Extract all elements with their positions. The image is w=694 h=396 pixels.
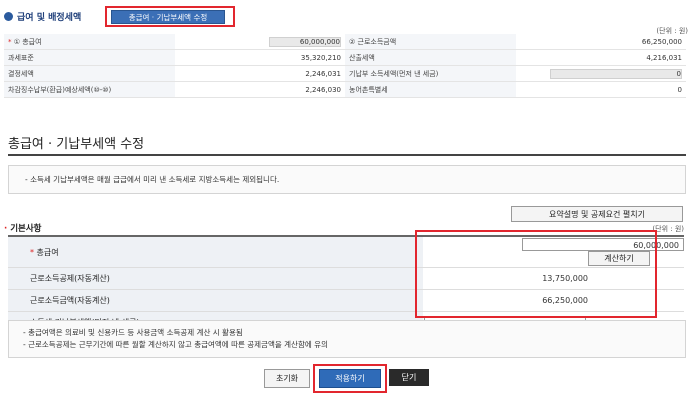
note-item: - 근로소득공제는 근무기간에 따른 월할 계산하지 않고 총급여액에 따른 공… bbox=[23, 340, 328, 349]
summary-value: 4,216,031 bbox=[515, 49, 686, 66]
summary-label: 산출세액 bbox=[345, 49, 516, 66]
form-label: 근로소득금액(자동계산) bbox=[8, 289, 423, 312]
summary-label: ② 근로소득금액 bbox=[345, 34, 516, 50]
highlight-apply-button bbox=[313, 364, 387, 393]
table-row: 과세표준 35,320,210 산출세액 4,216,031 bbox=[4, 49, 686, 66]
summary-label: 기납부 소득세액(먼저 낸 세금) bbox=[345, 65, 516, 82]
summary-label: * ① 총급여 bbox=[4, 34, 175, 50]
table-row: 차감징수납부(환급)예상세액(⑩-⑩) 2,246,030 농어촌특별세 0 bbox=[4, 81, 686, 98]
modal-title: 총급여 · 기납부세액 수정 bbox=[8, 137, 145, 152]
summary-label: 결정세액 bbox=[4, 65, 175, 82]
summary-label: 농어촌특별세 bbox=[345, 81, 516, 98]
summary-section-title: 급여 및 배정세액 bbox=[17, 12, 82, 23]
summary-label: 과세표준 bbox=[4, 49, 175, 66]
summary-label: 차감징수납부(환급)예상세액(⑩-⑩) bbox=[4, 81, 175, 98]
basic-section-title: · 기본사항 bbox=[4, 224, 42, 234]
summary-table: * ① 총급여 60,000,000 ② 근로소득금액 66,250,000 과… bbox=[4, 34, 686, 98]
notice-text: - 소득세 기납부세액은 매월 급급에서 미리 낸 소득세로 지방소득세는 제외… bbox=[25, 175, 280, 184]
form-label: 근로소득공제(자동계산) bbox=[8, 267, 423, 290]
highlight-form-values bbox=[415, 230, 657, 318]
summary-value: 0 bbox=[515, 81, 686, 98]
form-unit-label: (단위 : 원) bbox=[652, 225, 684, 233]
summary-value: 0 bbox=[515, 65, 686, 82]
value-shade: 0 bbox=[550, 68, 682, 79]
summary-value: 35,320,210 bbox=[174, 49, 345, 66]
summary-value: 66,250,000 bbox=[515, 34, 686, 50]
summary-value: 2,246,030 bbox=[174, 81, 345, 98]
note-item: - 총급여액은 의료비 및 신용카드 등 사용금액 소득공제 계산 시 활용됨 bbox=[23, 328, 243, 337]
expand-guide-button[interactable]: 요약설명 및 공제요건 펼치기 bbox=[511, 206, 683, 222]
form-label: * 총급여 bbox=[8, 236, 423, 268]
modal-notice: - 소득세 기납부세액은 매월 급급에서 미리 낸 소득세로 지방소득세는 제외… bbox=[8, 165, 686, 194]
notes-box: - 총급여액은 의료비 및 신용카드 등 사용금액 소득공제 계산 시 활용됨 … bbox=[8, 320, 686, 358]
table-row: * ① 총급여 60,000,000 ② 근로소득금액 66,250,000 bbox=[4, 34, 686, 50]
highlight-edit-button bbox=[105, 6, 235, 27]
close-button[interactable]: 닫기 bbox=[389, 369, 429, 386]
section-bullet-icon bbox=[4, 11, 13, 21]
value-shade: 60,000,000 bbox=[269, 36, 341, 47]
table-row: 결정세액 2,246,031 기납부 소득세액(먼저 낸 세금) 0 bbox=[4, 65, 686, 82]
summary-value: 60,000,000 bbox=[174, 34, 345, 50]
reset-button[interactable]: 초기화 bbox=[264, 369, 310, 388]
summary-section-header: 급여 및 배정세액 bbox=[4, 8, 81, 24]
summary-value: 2,246,031 bbox=[174, 65, 345, 82]
modal-title-divider bbox=[8, 154, 686, 156]
